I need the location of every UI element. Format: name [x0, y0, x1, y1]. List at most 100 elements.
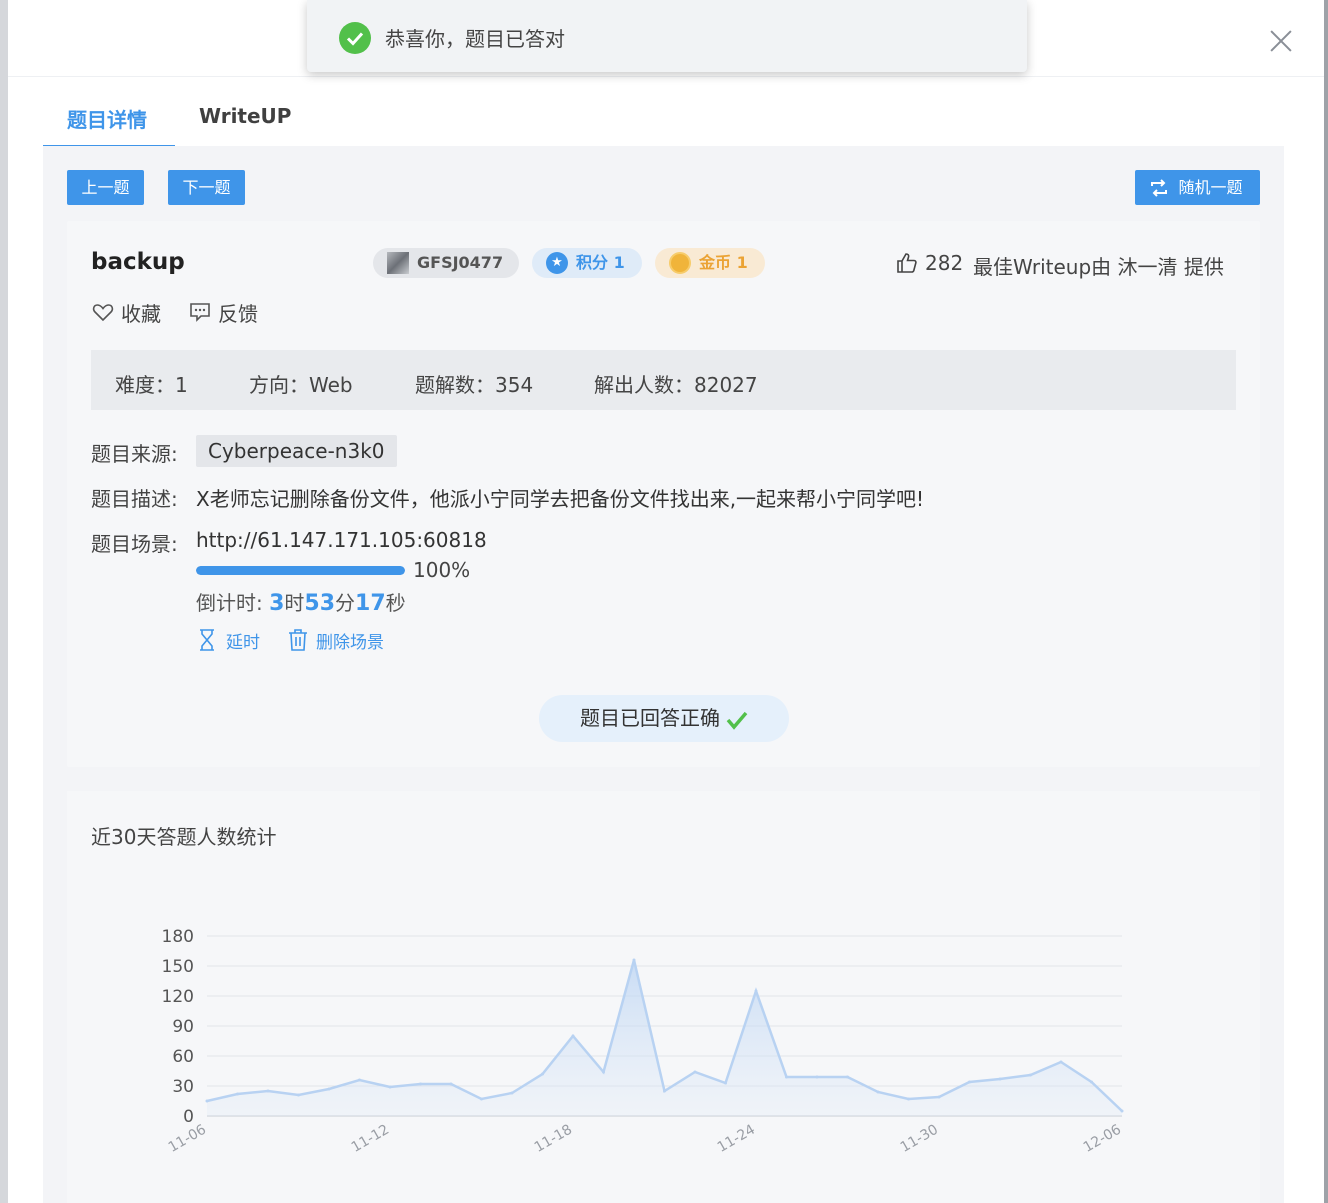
data-point	[663, 1089, 666, 1093]
x-tick-label: 11-18	[532, 1122, 575, 1156]
x-tick-label: 11-30	[898, 1122, 941, 1156]
countdown-hours: 3	[269, 591, 285, 616]
difficulty-stat: 难度：1	[115, 373, 188, 397]
x-tick-label: 11-12	[349, 1122, 392, 1156]
data-point	[480, 1097, 483, 1101]
hourglass-icon	[200, 629, 214, 651]
scene-label: 题目场景:	[91, 532, 178, 556]
data-point	[541, 1072, 544, 1076]
feedback-label: 反馈	[218, 302, 258, 326]
y-tick-label: 180	[162, 927, 194, 947]
y-tick-label: 60	[172, 1047, 194, 1067]
countdown-prefix: 倒计时:	[196, 591, 270, 615]
data-point	[205, 1099, 209, 1103]
x-tick-label: 11-24	[715, 1122, 758, 1156]
scene-progress-bar	[196, 566, 405, 575]
next-challenge-button[interactable]: 下一题	[168, 170, 245, 205]
data-point	[358, 1078, 361, 1082]
solutions-stat: 题解数：354	[415, 373, 534, 397]
data-point	[693, 1070, 697, 1074]
progress-fill	[196, 566, 405, 575]
background-overlay	[0, 0, 8, 1203]
data-point	[236, 1092, 239, 1096]
tab-challenge-details[interactable]: 题目详情	[67, 104, 147, 133]
countdown-minutes: 53	[304, 591, 336, 616]
data-point	[968, 1080, 971, 1084]
hours-unit: 时	[284, 591, 305, 615]
points-text: 积分 1	[576, 253, 625, 272]
favorite-label: 收藏	[121, 302, 161, 326]
data-point	[876, 1090, 880, 1094]
tab-writeup[interactable]: WriteUP	[199, 104, 291, 128]
coin-icon	[669, 252, 691, 274]
y-tick-label: 30	[172, 1077, 194, 1097]
prev-challenge-button[interactable]: 上一题	[67, 170, 144, 205]
random-challenge-button[interactable]: 随机一题	[1135, 170, 1260, 205]
data-point	[937, 1095, 941, 1099]
data-point	[1120, 1109, 1124, 1113]
star-icon: ★	[546, 252, 568, 274]
y-tick-label: 120	[162, 987, 194, 1007]
progress-text: 100%	[413, 558, 471, 582]
data-point	[602, 1070, 605, 1074]
data-point	[571, 1034, 575, 1038]
author-avatar	[387, 252, 409, 274]
chart-card: 近30天答题人数统计 0 30 60 90 120 150 180 11-06 11-12 11-…	[67, 791, 1260, 1203]
challenge-modal: 题目详情 WriteUP 上一题 下一题 随机一题 backup GFSJ047…	[8, 0, 1324, 1203]
check-icon	[726, 711, 748, 730]
y-tick-label: 0	[183, 1107, 194, 1127]
best-writeup-link[interactable]: 最佳Writeup由 沐一清 提供	[973, 251, 1224, 280]
data-point	[1029, 1073, 1032, 1077]
scrollbar[interactable]	[1324, 0, 1328, 1203]
y-tick-label: 90	[172, 1017, 194, 1037]
points-badge: ★ 积分 1	[532, 248, 642, 278]
tab-content: 上一题 下一题 随机一题 backup GFSJ0477 ★ 积分 1 金币 1	[43, 146, 1284, 1203]
gold-badge: 金币 1	[655, 248, 765, 278]
success-check-icon	[339, 22, 371, 54]
like-count: 282	[925, 251, 964, 275]
data-point	[510, 1091, 514, 1095]
x-tick-label: 12-06	[1081, 1122, 1124, 1156]
data-point	[632, 958, 636, 962]
toast-message: 恭喜你，题目已答对	[385, 27, 565, 51]
challenge-title: backup	[91, 249, 185, 275]
delete-scene-label: 删除场景	[316, 633, 384, 653]
success-toast: 恭喜你，题目已答对	[307, 0, 1027, 72]
data-point	[266, 1089, 270, 1093]
data-point	[1059, 1060, 1063, 1064]
data-point	[388, 1085, 392, 1089]
heart-icon	[92, 304, 114, 322]
answered-status: 题目已回答正确	[539, 695, 789, 742]
series-area	[207, 960, 1122, 1116]
thumbs-up-icon	[897, 253, 917, 273]
data-point	[785, 1075, 788, 1079]
data-point	[846, 1075, 849, 1079]
data-point	[327, 1087, 331, 1091]
description-label: 题目描述:	[91, 487, 178, 511]
data-point	[998, 1077, 1002, 1081]
data-point	[907, 1097, 910, 1101]
author-badge[interactable]: GFSJ0477	[373, 248, 519, 278]
source-label: 题目来源:	[91, 442, 178, 466]
extend-label: 延时	[226, 633, 260, 653]
stats-bar: 难度：1 方向：Web 题解数：354 解出人数：82027	[91, 350, 1236, 410]
author-name: GFSJ0477	[417, 253, 504, 272]
shuffle-icon	[1151, 179, 1167, 197]
data-point	[449, 1082, 453, 1086]
answered-text: 题目已回答正确	[580, 706, 720, 730]
seconds-unit: 秒	[385, 591, 406, 615]
header-divider	[8, 76, 1324, 77]
data-point	[297, 1093, 300, 1097]
data-point	[419, 1082, 422, 1086]
feedback-icon	[190, 303, 210, 322]
solvers-stat: 解出人数：82027	[594, 373, 758, 397]
trash-icon	[289, 629, 307, 651]
data-point	[754, 989, 758, 993]
minutes-unit: 分	[335, 591, 356, 615]
close-icon[interactable]	[1266, 26, 1296, 56]
scene-url[interactable]: http://61.147.171.105:60818	[196, 528, 487, 552]
data-point	[1090, 1080, 1093, 1084]
countdown-seconds: 17	[355, 591, 386, 616]
countdown: 倒计时: 3时53分17秒	[196, 587, 406, 616]
challenge-card: backup GFSJ0477 ★ 积分 1 金币 1 282 最佳Writeu…	[67, 221, 1260, 767]
